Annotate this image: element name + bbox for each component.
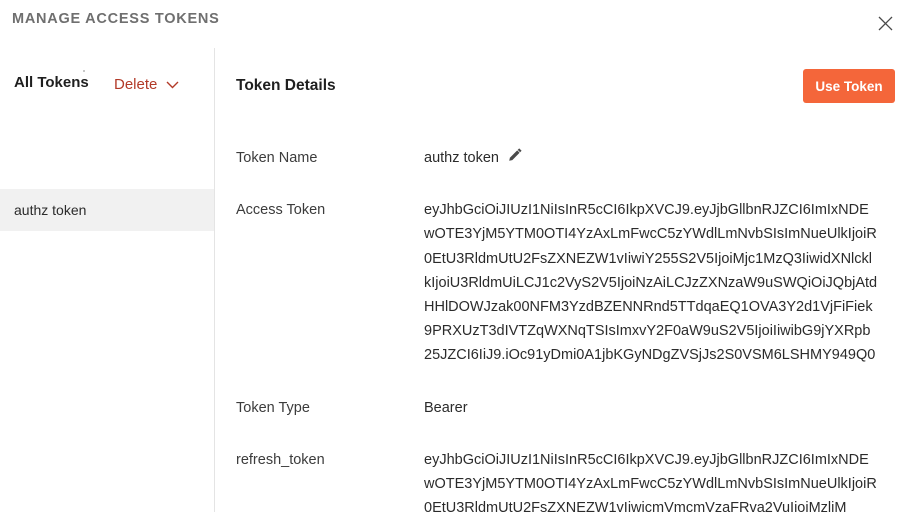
details-title: Token Details — [236, 77, 336, 94]
detail-value: authz token — [424, 146, 910, 170]
token-list: authz token — [0, 189, 214, 231]
delete-dropdown[interactable]: Delete — [114, 74, 179, 94]
pencil-icon[interactable] — [508, 146, 523, 170]
detail-label: Token Type — [236, 399, 310, 416]
detail-label: Access Token — [236, 202, 326, 219]
detail-label: refresh_token — [236, 451, 325, 468]
detail-row-access-token: Access Token eyJhbGciOiJIUzI1NiIsInR5cCI… — [215, 198, 910, 367]
detail-row-token-type: Token Type Bearer — [215, 396, 910, 420]
detail-rows: Token Name authz token Access Token eyJh… — [215, 146, 910, 512]
delete-label: Delete — [114, 75, 158, 93]
token-details-panel: Token Details Use Token Token Name authz… — [215, 48, 910, 512]
use-token-button[interactable]: Use Token — [803, 69, 895, 103]
token-list-item-label: authz token — [14, 202, 87, 218]
details-header: Token Details Use Token — [215, 48, 910, 122]
close-button[interactable] — [868, 6, 902, 40]
refresh-token-value[interactable]: eyJhbGciOiJIUzI1NiIsInR5cCI6IkpXVCJ9.eyJ… — [424, 448, 886, 512]
chevron-down-icon — [166, 76, 179, 94]
token-type-value: Bearer — [424, 399, 468, 416]
close-icon — [878, 16, 893, 31]
access-token-value[interactable]: eyJhbGciOiJIUzI1NiIsInR5cCI6IkpXVCJ9.eyJ… — [424, 198, 886, 367]
sidebar-toolbar — [0, 48, 214, 74]
manage-access-tokens-dialog: MANAGE ACCESS TOKENS All Tokens Delete a… — [0, 0, 910, 512]
detail-row-token-name: Token Name authz token — [215, 146, 910, 170]
tokens-sidebar: All Tokens Delete authz token — [0, 48, 215, 512]
dialog-header: MANAGE ACCESS TOKENS — [0, 0, 910, 48]
all-tokens-heading: All Tokens — [14, 74, 89, 91]
list-divider-mark — [83, 70, 85, 72]
detail-row-refresh-token: refresh_token eyJhbGciOiJIUzI1NiIsInR5cC… — [215, 448, 910, 512]
page-title: MANAGE ACCESS TOKENS — [12, 11, 220, 27]
list-item[interactable]: authz token — [0, 189, 214, 231]
token-name-value: authz token — [424, 150, 499, 166]
detail-label: Token Name — [236, 150, 318, 166]
